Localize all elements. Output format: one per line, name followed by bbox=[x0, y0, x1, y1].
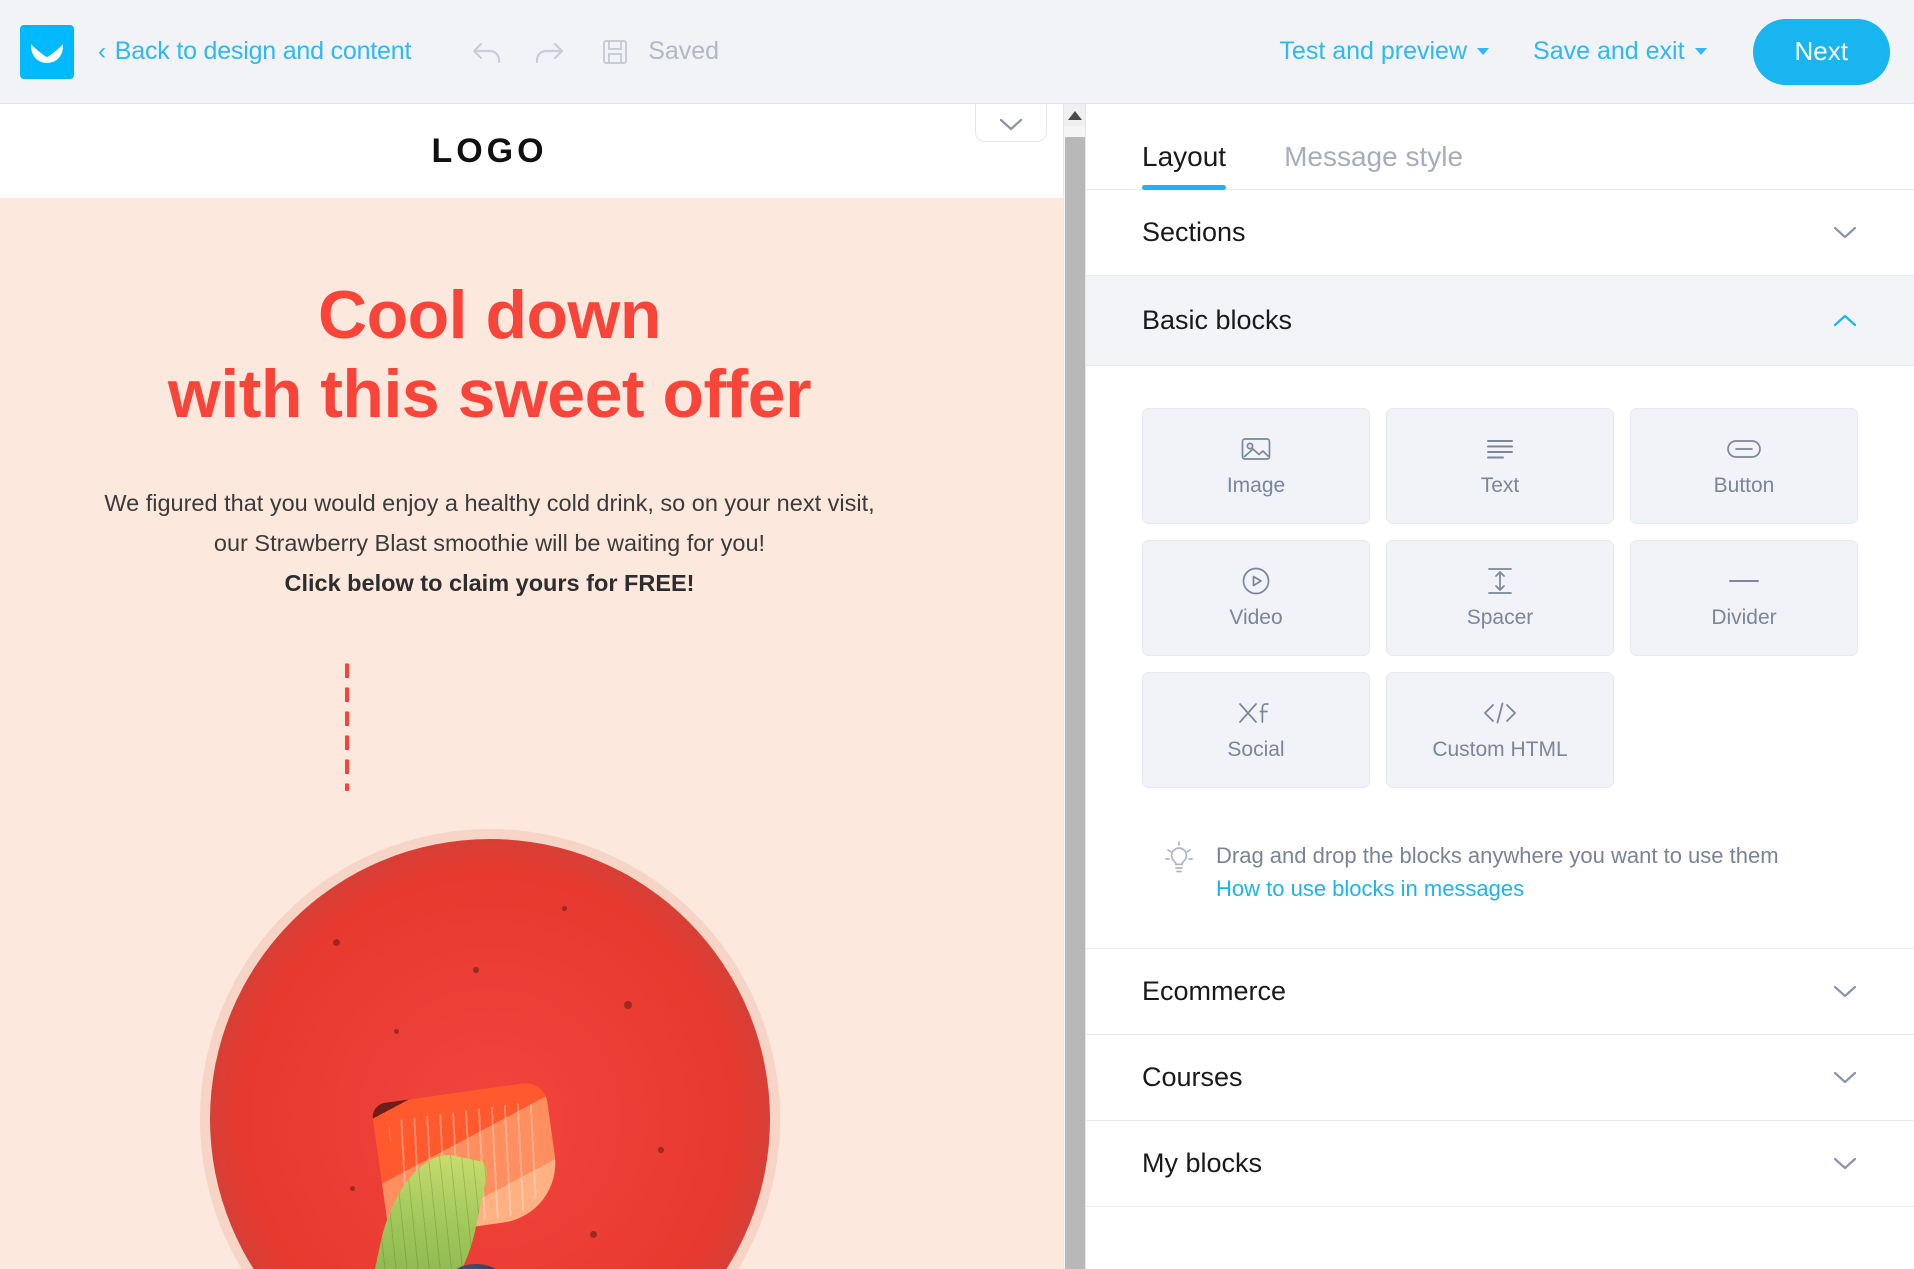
editor-body: LOGO Cool down with this sweet offer We … bbox=[0, 104, 1914, 1269]
accordion-my-blocks[interactable]: My blocks bbox=[1086, 1120, 1914, 1207]
block-custom-html-label: Custom HTML bbox=[1432, 738, 1568, 761]
accordion-basic-blocks-label: Basic blocks bbox=[1142, 305, 1293, 335]
scroll-up-arrow-icon[interactable] bbox=[1064, 104, 1085, 126]
email-preview-canvas: LOGO Cool down with this sweet offer We … bbox=[0, 104, 1063, 1269]
block-video[interactable]: Video bbox=[1142, 540, 1370, 656]
strawberry-smoothie-photo bbox=[209, 838, 770, 1269]
accordion-ecommerce-label: Ecommerce bbox=[1142, 975, 1287, 1006]
back-to-design-and-content-link[interactable]: ‹ Back to design and content bbox=[98, 37, 411, 66]
chevron-down-icon bbox=[1477, 48, 1490, 55]
save-and-exit-menu[interactable]: Save and exit bbox=[1511, 37, 1729, 66]
block-custom-html[interactable]: Custom HTML bbox=[1386, 672, 1614, 788]
email-heading-line-1: Cool down bbox=[318, 277, 661, 353]
accordion-basic-blocks[interactable]: Basic blocks bbox=[1086, 276, 1914, 366]
spacer-arrows-icon bbox=[1486, 566, 1514, 596]
image-icon bbox=[1241, 434, 1271, 464]
block-social-label: Social bbox=[1227, 738, 1285, 761]
right-side-panel: Layout Message style Sections Basic bloc… bbox=[1085, 104, 1914, 1269]
saved-label: Saved bbox=[648, 37, 720, 65]
basic-blocks-panel: Image Text Button Video Spacer Divider S… bbox=[1086, 366, 1914, 788]
block-image-label: Image bbox=[1226, 474, 1286, 497]
block-button-label: Button bbox=[1713, 474, 1775, 497]
horizontal-line-icon bbox=[1727, 566, 1761, 596]
basic-blocks-grid: Image Text Button Video Spacer Divider S… bbox=[1142, 408, 1858, 788]
block-divider[interactable]: Divider bbox=[1630, 540, 1858, 656]
chevron-down-icon bbox=[999, 118, 1023, 131]
chevron-up-icon bbox=[1833, 314, 1857, 327]
accordion-my-blocks-label: My blocks bbox=[1142, 1147, 1263, 1178]
block-spacer-label: Spacer bbox=[1466, 606, 1534, 629]
collapse-preview-button[interactable] bbox=[975, 104, 1047, 142]
accordion-sections-label: Sections bbox=[1142, 217, 1246, 247]
accordion-courses-label: Courses bbox=[1142, 1061, 1243, 1092]
accordion-ecommerce[interactable]: Ecommerce bbox=[1086, 948, 1914, 1035]
block-text[interactable]: Text bbox=[1386, 408, 1614, 524]
block-button[interactable]: Button bbox=[1630, 408, 1858, 524]
top-toolbar: ‹ Back to design and content Saved Test … bbox=[0, 0, 1914, 104]
preview-scrollbar-thumb[interactable] bbox=[1065, 137, 1085, 1269]
blocks-hint: Drag and drop the blocks anywhere you wa… bbox=[1086, 788, 1914, 948]
blocks-hint-text: Drag and drop the blocks anywhere you wa… bbox=[1216, 843, 1779, 868]
email-image-block[interactable] bbox=[0, 838, 1063, 1269]
save-status: Saved bbox=[595, 32, 719, 72]
email-heading-line-2: with this sweet offer bbox=[0, 355, 1063, 434]
play-circle-icon bbox=[1241, 566, 1271, 596]
email-hero-section: Cool down with this sweet offer We figur… bbox=[0, 198, 1063, 1269]
chevron-down-icon bbox=[1833, 985, 1857, 997]
block-divider-label: Divider bbox=[1711, 606, 1777, 629]
tab-layout[interactable]: Layout bbox=[1142, 141, 1227, 190]
chevron-down-icon bbox=[1694, 48, 1707, 55]
email-editor-app: ‹ Back to design and content Saved Test … bbox=[0, 0, 1914, 1269]
panel-tabs: Layout Message style bbox=[1086, 104, 1914, 190]
getresponse-envelope-logo-icon[interactable] bbox=[20, 24, 74, 79]
history-controls bbox=[467, 32, 569, 72]
top-toolbar-actions: Test and preview Save and exit Next bbox=[1257, 18, 1890, 85]
back-link-label: Back to design and content bbox=[114, 37, 412, 65]
next-button[interactable]: Next bbox=[1752, 18, 1890, 85]
block-text-label: Text bbox=[1480, 474, 1520, 497]
button-pill-icon bbox=[1727, 434, 1761, 464]
floppy-disk-icon bbox=[595, 32, 635, 72]
lightbulb-icon bbox=[1162, 840, 1196, 883]
email-body-line-3: Click below to claim yours for FREE! bbox=[284, 569, 695, 596]
preview-scrollbar[interactable] bbox=[1063, 104, 1085, 1269]
undo-button[interactable] bbox=[467, 32, 507, 72]
accordion-sections[interactable]: Sections bbox=[1086, 190, 1914, 276]
accordion-courses[interactable]: Courses bbox=[1086, 1034, 1914, 1121]
block-video-label: Video bbox=[1229, 606, 1283, 629]
email-heading-line2-thin: with this bbox=[167, 355, 458, 432]
email-heading-line2-bold: sweet offer bbox=[457, 355, 812, 432]
code-brackets-icon bbox=[1483, 698, 1517, 728]
chevron-down-icon bbox=[1833, 1071, 1857, 1083]
block-image[interactable]: Image bbox=[1142, 408, 1370, 524]
block-spacer[interactable]: Spacer bbox=[1386, 540, 1614, 656]
block-social[interactable]: Social bbox=[1142, 672, 1370, 788]
email-body-line-2: our Strawberry Blast smoothie will be wa… bbox=[213, 529, 766, 556]
redo-button[interactable] bbox=[529, 32, 569, 72]
text-lines-icon bbox=[1485, 434, 1515, 464]
tab-message-style[interactable]: Message style bbox=[1284, 141, 1463, 189]
test-and-preview-menu[interactable]: Test and preview bbox=[1257, 37, 1511, 66]
email-heading[interactable]: Cool down with this sweet offer bbox=[0, 276, 1063, 434]
email-body-line-1: We figured that you would enjoy a health… bbox=[104, 489, 875, 516]
vertical-dashed-divider-icon bbox=[345, 655, 349, 791]
email-logo-text: LOGO bbox=[431, 131, 548, 170]
social-x-facebook-icon bbox=[1236, 698, 1276, 728]
email-logo-block[interactable]: LOGO bbox=[0, 104, 1063, 198]
email-body-text[interactable]: We figured that you would enjoy a health… bbox=[0, 484, 1063, 604]
back-chevron-icon: ‹ bbox=[98, 37, 106, 65]
chevron-down-icon bbox=[1833, 226, 1857, 239]
blocks-hint-body: Drag and drop the blocks anywhere you wa… bbox=[1216, 840, 1779, 902]
chevron-down-icon bbox=[1833, 1157, 1857, 1169]
test-and-preview-label: Test and preview bbox=[1279, 37, 1468, 65]
save-and-exit-label: Save and exit bbox=[1533, 37, 1685, 65]
how-to-use-blocks-link[interactable]: How to use blocks in messages bbox=[1216, 876, 1779, 902]
